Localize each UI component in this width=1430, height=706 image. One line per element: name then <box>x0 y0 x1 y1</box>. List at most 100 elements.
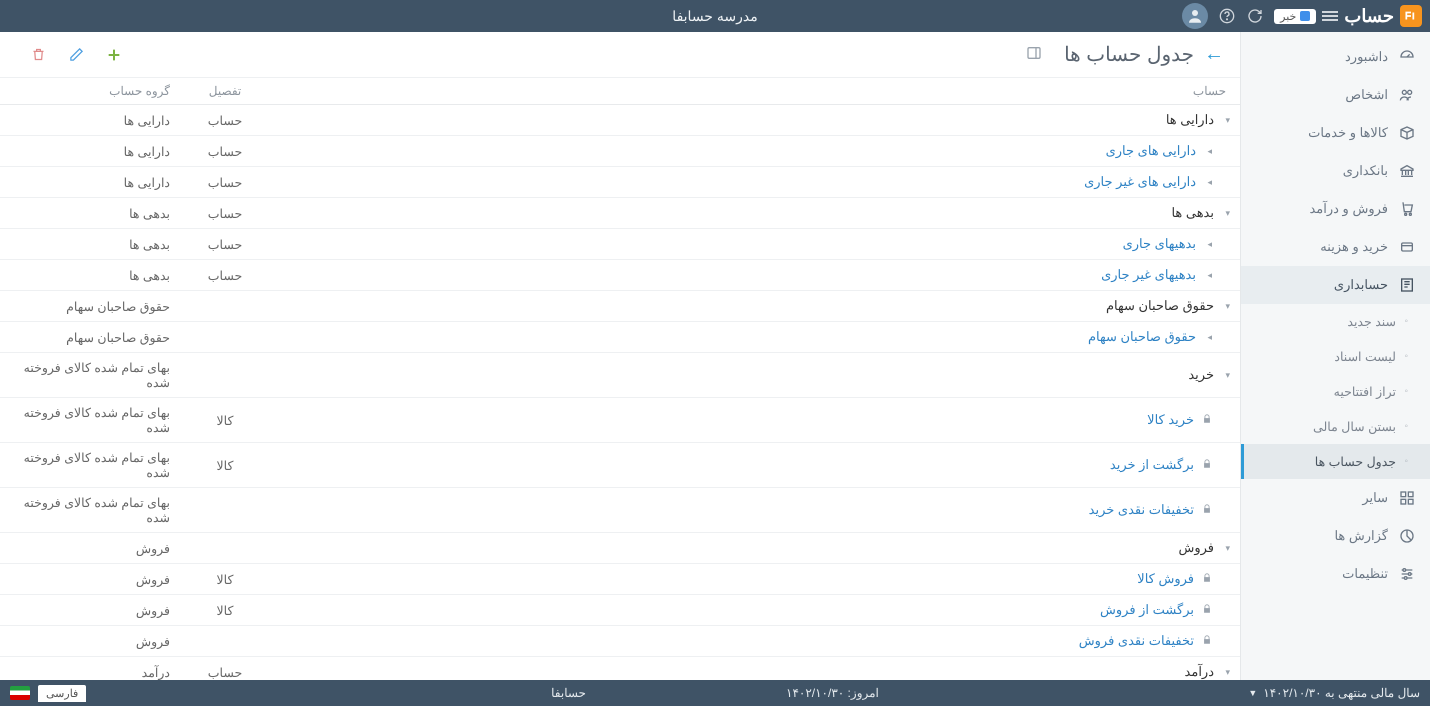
chevron-left-icon[interactable]: ◂ <box>1202 239 1212 250</box>
fiscal-year-dropdown[interactable]: سال مالی منتهی به ۱۴۰۲/۱۰/۳۰ ▼ <box>1248 686 1420 700</box>
refresh-icon[interactable] <box>1246 7 1264 25</box>
detail-cell: کالا <box>180 443 270 488</box>
table-row[interactable]: ◂ حقوق صاحبان سهام حقوق صاحبان سهام <box>0 322 1240 353</box>
account-link[interactable]: تخفیفات نقدی فروش <box>1079 633 1194 649</box>
user-avatar[interactable] <box>1182 3 1208 29</box>
chevron-left-icon[interactable]: ◂ <box>1202 146 1212 157</box>
table-row[interactable]: ▾خریدبهای تمام شده کالای فروخته شده <box>0 353 1240 398</box>
sidebar-label: خرید و هزینه <box>1320 239 1388 255</box>
detail-cell <box>180 626 270 657</box>
group-cell: فروش <box>0 564 180 595</box>
table-row[interactable]: تخفیفات نقدی خرید بهای تمام شده کالای فرو… <box>0 488 1240 533</box>
help-icon[interactable] <box>1218 7 1236 25</box>
sidebar-item-settings[interactable]: تنظیمات <box>1241 555 1430 593</box>
sidebar-sub-opening[interactable]: تراز افتتاحیه <box>1241 374 1430 409</box>
account-link[interactable]: حقوق صاحبان سهام <box>1088 329 1196 345</box>
sidebar-sub-doc-list[interactable]: لیست اسناد <box>1241 339 1430 374</box>
detail-cell: حساب <box>180 167 270 198</box>
sidebar-item-sales[interactable]: فروش و درآمد <box>1241 190 1430 228</box>
chevron-left-icon[interactable]: ◂ <box>1202 177 1212 188</box>
group-cell: بدهی ها <box>0 198 180 229</box>
sidebar-item-persons[interactable]: اشخاص <box>1241 76 1430 114</box>
table-row[interactable]: تخفیفات نقدی فروشفروش <box>0 626 1240 657</box>
news-button[interactable]: خبر <box>1274 9 1316 24</box>
sidebar-sub-close-year[interactable]: بستن سال مالی <box>1241 409 1430 444</box>
table-row[interactable]: ▾درآمدحسابدرآمد <box>0 657 1240 681</box>
sidebar-label: اشخاص <box>1345 87 1388 103</box>
table-row[interactable]: ▾بدهی هاحساببدهی ها <box>0 198 1240 229</box>
sidebar-item-other[interactable]: سایر <box>1241 479 1430 517</box>
group-cell: فروش <box>0 533 180 564</box>
account-link[interactable]: فروش کالا <box>1137 571 1194 587</box>
group-cell: دارایی ها <box>0 167 180 198</box>
cart-in-icon <box>1398 238 1416 256</box>
brand: حساب <box>1344 5 1422 27</box>
page-header: ← جدول حساب ها <box>0 32 1240 78</box>
account-link[interactable]: خرید کالا <box>1147 412 1194 428</box>
add-button[interactable] <box>104 45 124 65</box>
sidebar-item-purchase[interactable]: خرید و هزینه <box>1241 228 1430 266</box>
account-link[interactable]: برگشت از خرید <box>1110 457 1194 473</box>
chevron-down-icon: ▼ <box>1248 688 1257 698</box>
panel-toggle-icon[interactable] <box>1026 45 1042 64</box>
detail-cell <box>180 291 270 322</box>
table-row[interactable]: ▾فروشفروش <box>0 533 1240 564</box>
chevron-down-icon[interactable]: ▾ <box>1220 543 1230 554</box>
account-name: حقوق صاحبان سهام <box>1106 298 1214 314</box>
account-link[interactable]: دارایی های غیر جاری <box>1084 174 1196 190</box>
group-cell: بهای تمام شده کالای فروخته شده <box>0 488 180 533</box>
chevron-down-icon[interactable]: ▾ <box>1220 208 1230 219</box>
detail-cell: حساب <box>180 229 270 260</box>
table-row[interactable]: ◂دارایی های جاریحسابدارایی ها <box>0 136 1240 167</box>
chevron-left-icon[interactable]: ◂ <box>1202 332 1212 343</box>
account-link[interactable]: دارایی های جاری <box>1106 143 1196 159</box>
chart-icon <box>1398 527 1416 545</box>
sidebar-item-goods[interactable]: کالاها و خدمات <box>1241 114 1430 152</box>
table-row[interactable]: برگشت از خریدکالابهای تمام شده کالای فرو… <box>0 443 1240 488</box>
chevron-down-icon[interactable]: ▾ <box>1220 301 1230 312</box>
group-cell: حقوق صاحبان سهام <box>0 322 180 353</box>
footer-brand: حسابفا <box>551 686 586 700</box>
box-icon <box>1398 124 1416 142</box>
hamburger-menu-button[interactable] <box>1316 2 1344 30</box>
sidebar-item-banking[interactable]: بانکداری <box>1241 152 1430 190</box>
sidebar-item-reports[interactable]: گزارش ها <box>1241 517 1430 555</box>
account-link[interactable]: بدهیهای غیر جاری <box>1101 267 1196 283</box>
accounts-table: حساب تفصیل گروه حساب ▾دارایی هاحسابدارای… <box>0 78 1240 680</box>
chevron-down-icon[interactable]: ▾ <box>1220 667 1230 678</box>
detail-cell: کالا <box>180 398 270 443</box>
table-row[interactable]: ◂ دارایی های غیر جاری حسابدارایی ها <box>0 167 1240 198</box>
account-link[interactable]: برگشت از فروش <box>1100 602 1194 618</box>
edit-button[interactable] <box>66 45 86 65</box>
table-row[interactable]: ◂بدهیهای جاریحساببدهی ها <box>0 229 1240 260</box>
detail-cell: حساب <box>180 105 270 136</box>
table-row[interactable]: ▾حقوق صاحبان سهامحقوق صاحبان سهام <box>0 291 1240 322</box>
page-title: جدول حساب ها <box>1064 42 1194 67</box>
accounts-table-wrap[interactable]: حساب تفصیل گروه حساب ▾دارایی هاحسابدارای… <box>0 78 1240 680</box>
group-cell: درآمد <box>0 657 180 681</box>
group-cell: بهای تمام شده کالای فروخته شده <box>0 398 180 443</box>
account-link[interactable]: تخفیفات نقدی خرید <box>1089 502 1194 518</box>
news-dot-icon <box>1300 11 1310 21</box>
table-row[interactable]: ◂بدهیهای غیر جاریحساببدهی ها <box>0 260 1240 291</box>
table-row[interactable]: برگشت از فروشکالافروش <box>0 595 1240 626</box>
chevron-left-icon[interactable]: ◂ <box>1202 270 1212 281</box>
table-row[interactable]: ▾دارایی هاحسابدارایی ها <box>0 105 1240 136</box>
cart-out-icon <box>1398 200 1416 218</box>
lock-icon <box>1200 635 1212 648</box>
detail-cell <box>180 488 270 533</box>
delete-button[interactable] <box>28 45 48 65</box>
chevron-down-icon[interactable]: ▾ <box>1220 115 1230 126</box>
back-arrow-icon[interactable]: ← <box>1204 43 1224 66</box>
table-row[interactable]: خرید کالا کالابهای تمام شده کالای فروخته … <box>0 398 1240 443</box>
language-picker[interactable]: فارسی <box>38 685 86 702</box>
sidebar-item-accounting[interactable]: حسابداری <box>1241 266 1430 304</box>
sidebar-sub-new-doc[interactable]: سند جدید <box>1241 304 1430 339</box>
sidebar-sub-chart[interactable]: جدول حساب ها <box>1241 444 1430 479</box>
flag-iran-icon <box>10 686 30 700</box>
table-row[interactable]: فروش کالاکالافروش <box>0 564 1240 595</box>
chevron-down-icon[interactable]: ▾ <box>1220 370 1230 381</box>
account-link[interactable]: بدهیهای جاری <box>1123 236 1196 252</box>
account-name: خرید <box>1188 367 1214 383</box>
sidebar-item-dashboard[interactable]: داشبورد <box>1241 38 1430 76</box>
